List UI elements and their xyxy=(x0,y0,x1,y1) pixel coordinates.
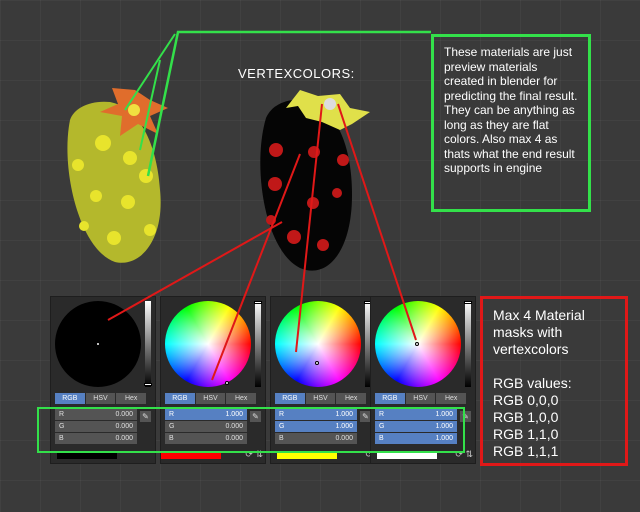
material-masks-note: Max 4 Material masks with vertexcolors R… xyxy=(480,296,628,466)
note-line: RGB 1,0,0 xyxy=(493,409,559,425)
red-connector-line xyxy=(295,103,323,353)
note-line: Max 4 Material xyxy=(493,307,585,323)
note-line xyxy=(493,358,615,375)
red-connector-line xyxy=(211,153,301,381)
note-line: RGB 1,1,1 xyxy=(493,443,559,459)
note-line: RGB 0,0,0 xyxy=(493,392,559,408)
note-line: masks with xyxy=(493,324,563,340)
green-connector-line xyxy=(146,30,431,177)
green-rgb-outline xyxy=(37,407,465,453)
green-connector-line xyxy=(124,33,176,111)
red-connector-line xyxy=(107,221,283,321)
note-line: vertexcolors xyxy=(493,341,569,357)
red-connector-line xyxy=(337,103,417,341)
note-line: RGB 1,1,0 xyxy=(493,426,559,442)
preview-materials-note: These materials are just preview materia… xyxy=(431,34,591,212)
note-line: RGB values: xyxy=(493,375,572,391)
